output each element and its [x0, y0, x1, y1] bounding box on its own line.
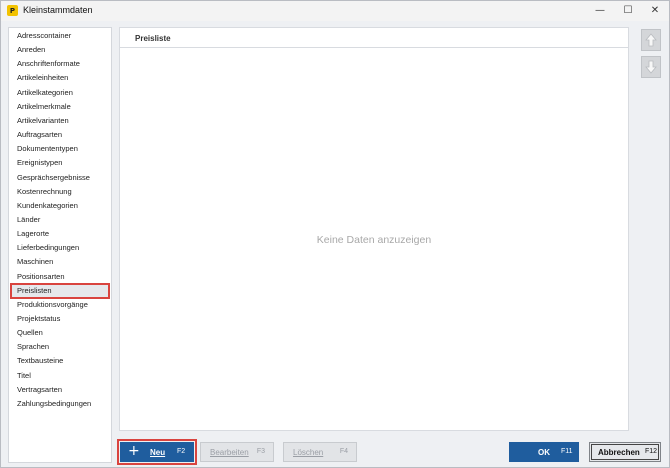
sidebar-item[interactable]: Kostenrechnung: [11, 185, 109, 199]
delete-button[interactable]: Löschen F4: [283, 442, 357, 462]
move-up-button[interactable]: [641, 29, 661, 51]
maximize-button[interactable]: ☐: [617, 3, 639, 18]
sidebar-item[interactable]: Quellen: [11, 326, 109, 340]
edit-button-shortcut: F3: [256, 448, 265, 455]
title-bar[interactable]: P Kleinstammdaten — ☐ ✕: [1, 1, 669, 21]
sidebar-item[interactable]: Maschinen: [11, 255, 109, 269]
sidebar-item[interactable]: Dokumententypen: [11, 142, 109, 156]
sidebar-item[interactable]: Artikelkategorien: [11, 86, 109, 100]
sidebar-item[interactable]: Textbausteine: [11, 354, 109, 368]
sidebar-item[interactable]: Sprachen: [11, 340, 109, 354]
sidebar-item[interactable]: Artikeleinheiten: [11, 71, 109, 85]
cancel-button-label: Abbrechen: [598, 448, 640, 457]
sidebar-item[interactable]: Adresscontainer: [11, 29, 109, 43]
sidebar-item[interactable]: Titel: [11, 369, 109, 383]
cancel-button-shortcut: F12: [645, 448, 658, 455]
sidebar-item[interactable]: Positionsarten: [11, 270, 109, 284]
sidebar-item[interactable]: Anreden: [11, 43, 109, 57]
sidebar-item[interactable]: Artikelmerkmale: [11, 100, 109, 114]
sidebar-item[interactable]: Auftragsarten: [11, 128, 109, 142]
price-list-grid[interactable]: Preisliste Keine Daten anzuzeigen: [119, 27, 629, 431]
window-title: Kleinstammdaten: [23, 5, 93, 15]
sidebar-item[interactable]: Länder: [11, 213, 109, 227]
sidebar-item[interactable]: Zahlungsbedingungen: [11, 397, 109, 411]
delete-button-label: Löschen: [293, 448, 324, 457]
ok-button[interactable]: OK F11: [509, 442, 579, 462]
category-list: Adresscontainer Anreden Anschriftenformate…: [8, 27, 112, 463]
delete-button-shortcut: F4: [339, 448, 348, 455]
edit-button-label: Bearbeiten: [210, 448, 249, 457]
sidebar-item[interactable]: Gesprächsergebnisse: [11, 171, 109, 185]
ok-button-label: OK: [538, 448, 550, 457]
sidebar-item[interactable]: Lagerorte: [11, 227, 109, 241]
sidebar-item[interactable]: Kundenkategorien: [11, 199, 109, 213]
ok-button-shortcut: F11: [561, 448, 573, 455]
move-down-button[interactable]: [641, 56, 661, 78]
app-logo-icon: P: [7, 5, 18, 16]
close-button[interactable]: ✕: [644, 3, 666, 18]
cancel-button[interactable]: Abbrechen F12: [589, 442, 661, 462]
sidebar-item[interactable]: Ereignistypen: [11, 156, 109, 170]
arrow-down-icon: [645, 60, 657, 74]
new-button-shortcut: F2: [177, 448, 186, 455]
sidebar-item[interactable]: Lieferbedingungen: [11, 241, 109, 255]
new-button[interactable]: + Neu F2: [117, 439, 197, 465]
sidebar-item[interactable]: Produktionsvorgänge: [11, 298, 109, 312]
grid-column-header[interactable]: Preisliste: [120, 28, 628, 48]
sidebar-item[interactable]: Artikelvarianten: [11, 114, 109, 128]
empty-state-message: Keine Daten anzuzeigen: [316, 234, 432, 246]
new-button-label: Neu: [150, 448, 166, 457]
column-header-label: Preisliste: [135, 34, 171, 43]
minimize-button[interactable]: —: [589, 3, 611, 18]
sidebar-item[interactable]: Anschriftenformate: [11, 57, 109, 71]
sidebar-item[interactable]: Preislisten: [10, 282, 110, 299]
sidebar-item[interactable]: Projektstatus: [11, 312, 109, 326]
sidebar-item[interactable]: Vertragsarten: [11, 383, 109, 397]
arrow-up-icon: [645, 33, 657, 47]
edit-button[interactable]: Bearbeiten F3: [200, 442, 274, 462]
plus-icon: +: [128, 443, 140, 459]
dialog-window: P Kleinstammdaten — ☐ ✕ Adresscontainer A…: [0, 0, 670, 468]
